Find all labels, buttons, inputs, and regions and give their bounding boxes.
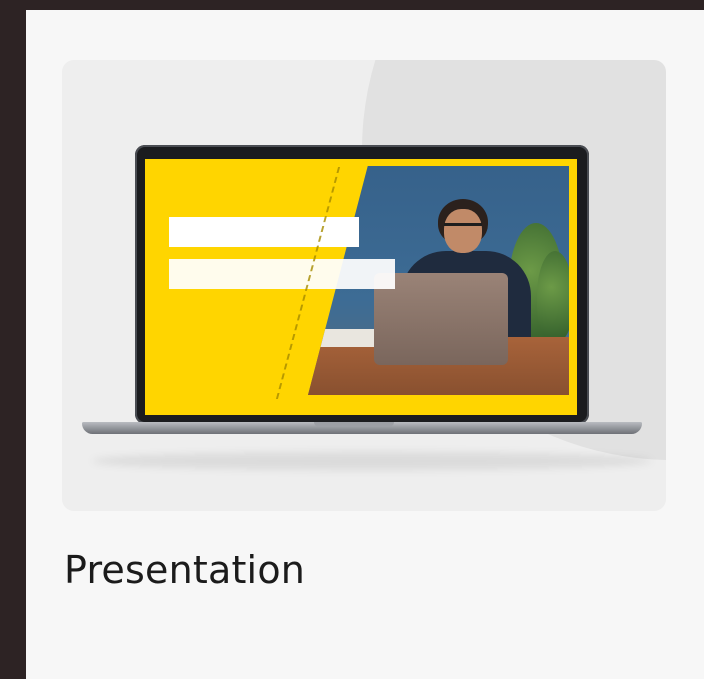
screen-yellow-frame <box>145 159 577 415</box>
laptop-notch <box>314 422 394 427</box>
template-title[interactable]: Presentation <box>64 548 305 592</box>
laptop-shadow <box>92 452 652 470</box>
presentation-template-card[interactable] <box>62 60 666 511</box>
laptop-presentation-thumbnail-icon <box>135 145 589 424</box>
laptop-screen <box>145 159 577 415</box>
